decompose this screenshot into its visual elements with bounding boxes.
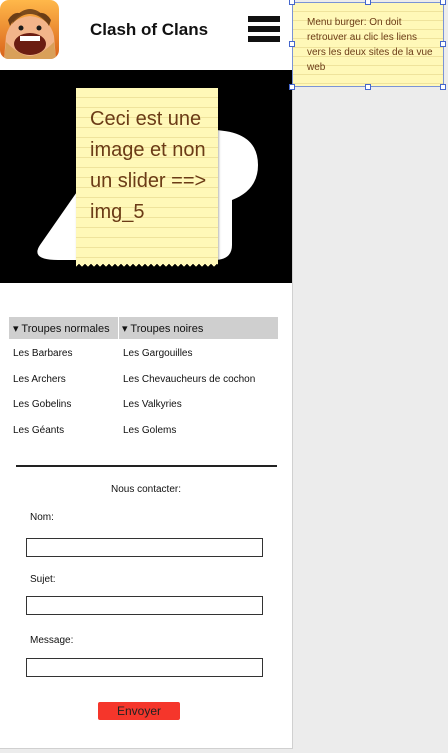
message-label: Message: bbox=[30, 635, 74, 646]
resize-handle[interactable] bbox=[365, 84, 371, 90]
troop-item[interactable]: Les Valkyries bbox=[123, 399, 182, 410]
sujet-input[interactable] bbox=[26, 596, 263, 615]
resize-handle[interactable] bbox=[440, 41, 446, 47]
burger-annotation-text: Menu burger: On doit retrouver au clic l… bbox=[307, 17, 433, 73]
troops-tabs-header: ▾ Troupes normales ▾ Troupes noires bbox=[9, 317, 278, 339]
clash-of-clans-app-icon[interactable] bbox=[0, 0, 59, 59]
troop-item[interactable]: Les Chevaucheurs de cochon bbox=[123, 374, 255, 385]
app-header: Clash of Clans bbox=[0, 0, 292, 70]
resize-handle[interactable] bbox=[365, 0, 371, 5]
nom-input[interactable] bbox=[26, 538, 263, 557]
resize-handle[interactable] bbox=[440, 0, 446, 5]
troop-item[interactable]: Les Golems bbox=[123, 425, 176, 436]
hero-annotation-text: Ceci est une image et non un slider ==> … bbox=[90, 108, 207, 223]
burger-bar bbox=[248, 26, 280, 32]
hero-annotation-note[interactable]: Ceci est une image et non un slider ==> … bbox=[76, 88, 218, 268]
resize-handle[interactable] bbox=[289, 84, 295, 90]
resize-handle[interactable] bbox=[440, 84, 446, 90]
troop-item[interactable]: Les Géants bbox=[13, 425, 64, 436]
message-input[interactable] bbox=[26, 658, 263, 677]
contact-form-title: Nous contacter: bbox=[110, 484, 182, 495]
burger-annotation-note[interactable]: Menu burger: On doit retrouver au clic l… bbox=[292, 2, 444, 87]
tab-troupes-noires[interactable]: ▾ Troupes noires bbox=[122, 322, 203, 335]
hamburger-menu-icon[interactable] bbox=[248, 16, 280, 46]
resize-handle[interactable] bbox=[289, 0, 295, 5]
tab-troupes-normales[interactable]: ▾ Troupes normales bbox=[13, 322, 110, 335]
sujet-label: Sujet: bbox=[30, 574, 56, 585]
troop-item[interactable]: Les Barbares bbox=[13, 348, 72, 359]
tab-separator bbox=[118, 317, 119, 339]
section-divider bbox=[16, 465, 277, 467]
submit-button[interactable]: Envoyer bbox=[98, 702, 180, 720]
resize-handle[interactable] bbox=[289, 41, 295, 47]
burger-bar bbox=[248, 16, 280, 22]
nom-label: Nom: bbox=[30, 512, 54, 523]
troop-item[interactable]: Les Gargouilles bbox=[123, 348, 192, 359]
app-title: Clash of Clans bbox=[90, 20, 209, 39]
troop-item[interactable]: Les Gobelins bbox=[13, 399, 71, 410]
troop-item[interactable]: Les Archers bbox=[13, 374, 66, 385]
burger-bar bbox=[248, 36, 280, 42]
